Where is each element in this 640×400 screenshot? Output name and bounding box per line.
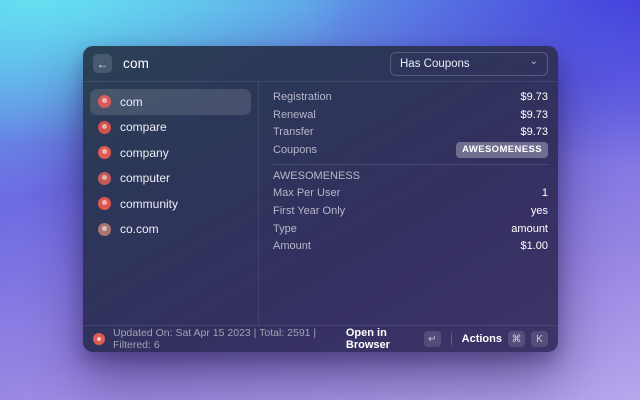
sidebar-item-compare[interactable]: compare <box>90 115 251 141</box>
favicon-icon <box>98 95 111 109</box>
sidebar-item-com[interactable]: com <box>90 89 251 115</box>
detail-row-label: Transfer <box>273 126 314 139</box>
actions-button[interactable]: Actions <box>462 333 502 345</box>
detail-row: Renewal $9.73 <box>273 106 548 124</box>
detail-row: Coupons AWESOMENESS <box>273 141 548 159</box>
detail-row-value: $9.73 <box>520 108 548 121</box>
detail-row-label: Registration <box>273 90 332 103</box>
detail-rows-top: Registration $9.73 Renewal $9.73 Transfer $9.… <box>273 88 548 159</box>
detail-row-value: yes <box>530 204 548 217</box>
detail-row-label: Type <box>273 222 297 235</box>
detail-row: Amount $1.00 <box>273 238 548 256</box>
detail-section-title: AWESOMENESS <box>273 169 360 182</box>
sidebar-item-label: compare <box>120 120 167 135</box>
detail-row: Max Per User 1 <box>273 184 548 202</box>
sidebar-item-computer[interactable]: computer <box>90 166 251 192</box>
sidebar-item-label: co.com <box>120 222 159 237</box>
footer-bar: Updated On: Sat Apr 15 2023 | Total: 259… <box>83 325 558 352</box>
favicon-icon <box>98 120 111 134</box>
favicon-icon <box>98 146 111 160</box>
sidebar-item-label: computer <box>120 171 171 186</box>
detail-row-label: Max Per User <box>273 187 341 200</box>
detail-panel: Registration $9.73 Renewal $9.73 Transfer $9.… <box>259 82 558 325</box>
coupon-badge: AWESOMENESS <box>456 142 548 158</box>
back-arrow-icon: ← <box>96 56 109 71</box>
filter-dropdown[interactable]: Has Coupons ⌄ <box>390 51 548 76</box>
sidebar-item-label: com <box>120 94 143 109</box>
back-button[interactable]: ← <box>93 54 112 73</box>
detail-row: Type amount <box>273 220 548 238</box>
sidebar-item-label: community <box>120 196 179 211</box>
header-bar: ← com Has Coupons ⌄ <box>83 46 558 82</box>
favicon-icon <box>98 222 111 236</box>
enter-key-icon: ↵ <box>423 331 441 347</box>
detail-row-label: Coupons <box>273 143 318 156</box>
footer-actions: Open in Browser ↵ Actions ⌘ K <box>346 327 548 351</box>
detail-row-value: amount <box>511 222 548 235</box>
search-input[interactable]: com <box>123 56 149 71</box>
open-in-browser-button[interactable]: Open in Browser <box>346 327 418 351</box>
extension-icon <box>93 333 105 345</box>
favicon-icon <box>98 197 111 211</box>
content-area: com compare company computer community co.com… <box>83 82 558 325</box>
app-window: ← com Has Coupons ⌄ com compare company com… <box>83 46 558 352</box>
detail-row-value: $1.00 <box>520 240 548 253</box>
section-divider <box>273 163 548 165</box>
sidebar-item-label: company <box>120 145 169 160</box>
detail-row-value: $9.73 <box>520 126 548 139</box>
status-text: Updated On: Sat Apr 15 2023 | Total: 259… <box>113 327 317 351</box>
detail-row: Registration $9.73 <box>273 88 548 106</box>
footer-divider <box>450 333 452 345</box>
k-key-icon: K <box>531 331 548 347</box>
sidebar-item-company[interactable]: company <box>90 140 251 166</box>
favicon-icon <box>98 171 111 185</box>
sidebar-item-co.com[interactable]: co.com <box>90 217 251 243</box>
chevron-down-icon: ⌄ <box>529 55 538 67</box>
detail-row-label: First Year Only <box>273 204 346 217</box>
detail-rows-section: Max Per User 1 First Year Only yes Type amoun… <box>273 184 548 255</box>
detail-row-value: $9.73 <box>520 90 548 103</box>
sidebar-list: com compare company computer community co.com <box>83 82 259 325</box>
detail-row: Transfer $9.73 <box>273 123 548 141</box>
command-key-icon: ⌘ <box>508 331 525 347</box>
detail-row-value: 1 <box>541 187 548 200</box>
detail-row-label: Amount <box>273 240 311 253</box>
detail-row-label: Renewal <box>273 108 316 121</box>
sidebar-item-community[interactable]: community <box>90 191 251 217</box>
detail-row: First Year Only yes <box>273 202 548 220</box>
filter-dropdown-value: Has Coupons <box>400 57 470 70</box>
